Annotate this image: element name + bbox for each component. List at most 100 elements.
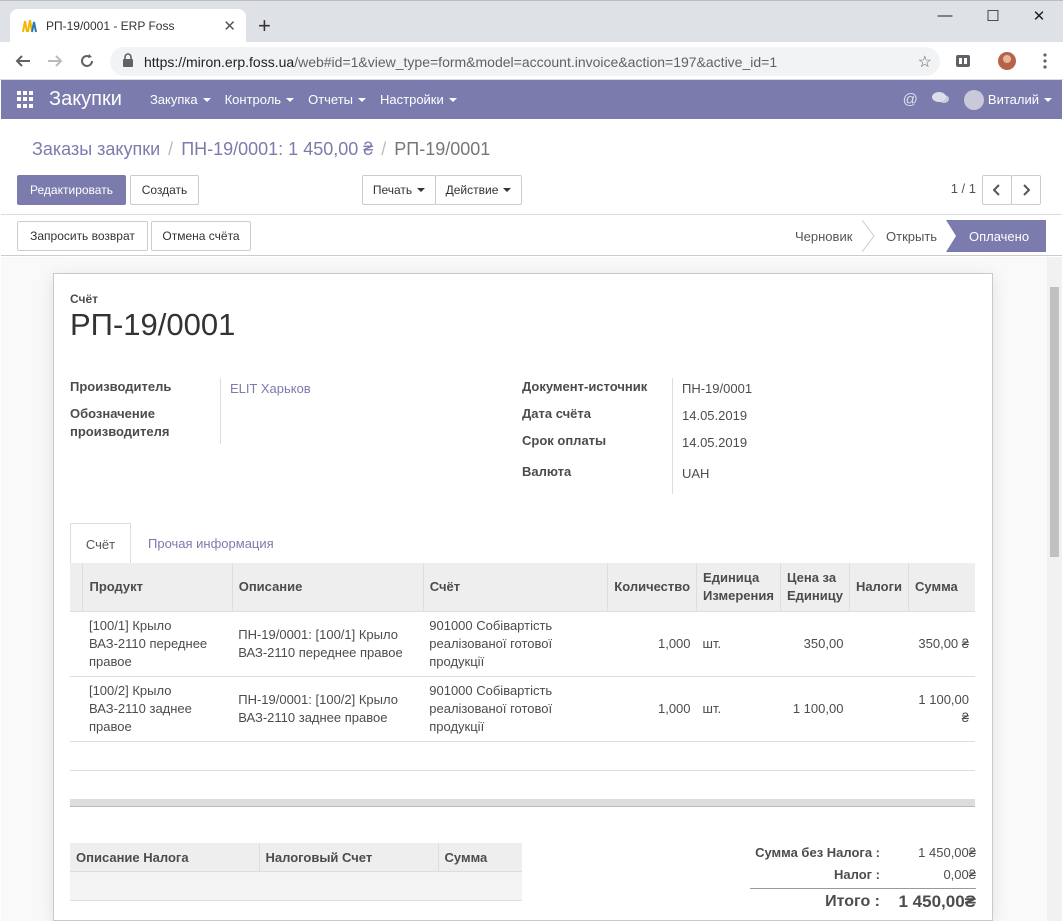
vendor-ref-label: Обозначение производителя xyxy=(70,406,170,439)
table-row[interactable]: [100/2] Крыло ВАЗ-2110 заднее правое ПН-… xyxy=(70,675,975,741)
maximize-icon[interactable]: ☐ xyxy=(978,7,1008,25)
cell-account: 901000 Собівартість реалізованої готової… xyxy=(423,675,608,741)
untaxed-label: Сумма без Налога : xyxy=(755,845,880,860)
breadcrumb-current: РП-19/0001 xyxy=(394,139,491,159)
cell-amount: 1 100,00 ₴ xyxy=(908,675,975,741)
cell-description: ПН-19/0001: [100/2] Крыло ВАЗ-2110 задне… xyxy=(232,675,424,741)
column-header[interactable]: Счёт xyxy=(422,563,608,611)
print-button[interactable]: Печать xyxy=(362,175,436,205)
currency-label: Валюта xyxy=(522,464,572,479)
pager-prev-button[interactable] xyxy=(982,175,1012,205)
caret-down-icon xyxy=(286,97,295,102)
scrollbar[interactable] xyxy=(1047,257,1062,921)
chat-icon[interactable] xyxy=(931,91,950,109)
apps-grid-icon[interactable] xyxy=(17,90,35,109)
request-refund-button[interactable]: Запросить возврат xyxy=(17,221,148,251)
forward-icon[interactable] xyxy=(44,50,66,72)
user-avatar[interactable] xyxy=(963,89,984,110)
untaxed-value: 1 450,00₴ xyxy=(918,845,976,860)
scrollbar-thumb[interactable] xyxy=(1050,287,1059,557)
profile-avatar-icon[interactable] xyxy=(996,50,1018,72)
browser-tab[interactable]: РП-19/0001 - ERP Foss ✕ xyxy=(10,9,246,43)
source-value: ПН-19/0001 xyxy=(682,381,753,396)
user-name: Виталий xyxy=(987,92,1039,107)
chevron-left-icon xyxy=(993,184,1000,196)
breadcrumb-separator: / xyxy=(168,139,174,159)
column-header[interactable]: Продукт xyxy=(82,563,233,611)
cell-price: 350,00 xyxy=(780,610,850,676)
field-divider xyxy=(672,378,673,494)
favicon-icon xyxy=(20,17,38,35)
reload-icon[interactable] xyxy=(76,50,98,72)
breadcrumb-link-orders[interactable]: Заказы закупки xyxy=(32,139,160,160)
chevron-right-icon xyxy=(1023,184,1030,196)
empty-row xyxy=(70,741,975,771)
column-header[interactable]: Цена за Единицу xyxy=(779,563,850,611)
cell-taxes xyxy=(849,675,909,741)
total-label: Итого : xyxy=(825,893,880,910)
menu-reports[interactable]: Отчеты xyxy=(308,92,367,107)
cell-uom: шт. xyxy=(696,610,781,676)
cancel-invoice-button[interactable]: Отмена счёта xyxy=(151,221,251,251)
tab-close-icon[interactable]: ✕ xyxy=(223,17,236,35)
user-menu[interactable]: Виталий xyxy=(988,92,1052,107)
column-header[interactable]: Налоги xyxy=(848,563,909,611)
column-header[interactable]: Единица Измерения xyxy=(696,563,781,611)
back-icon[interactable] xyxy=(12,50,34,72)
tax-empty-row xyxy=(70,871,522,901)
new-tab-button[interactable]: + xyxy=(258,13,271,39)
stage-paid[interactable]: Оплачено xyxy=(946,220,1046,252)
url-path: /web#id=1&view_type=form&model=account.i… xyxy=(294,53,778,70)
browser-menu-icon[interactable] xyxy=(1034,50,1056,72)
cell-price: 1 100,00 xyxy=(780,675,850,741)
vendor-link[interactable]: ELIT Харьков xyxy=(230,381,311,396)
menu-control[interactable]: Контроль xyxy=(225,92,295,107)
edit-button[interactable]: Редактировать xyxy=(17,175,126,205)
table-row[interactable]: [100/1] Крыло ВАЗ-2110 переднее правое П… xyxy=(70,610,975,676)
stage-arrow-icon xyxy=(861,220,875,252)
tab-invoice[interactable]: Счёт xyxy=(70,523,131,565)
menu-label: Отчеты xyxy=(308,92,354,107)
column-header[interactable]: Сумма xyxy=(437,843,522,871)
menu-settings[interactable]: Настройки xyxy=(380,92,457,107)
tab-other-info[interactable]: Прочая информация xyxy=(148,536,274,551)
caret-down-icon xyxy=(448,97,457,102)
cell-qty: 1,000 xyxy=(607,675,697,741)
handle-column xyxy=(70,563,83,611)
stage-draft[interactable]: Черновик xyxy=(795,220,852,252)
column-header[interactable]: Налоговый Счет xyxy=(258,843,438,871)
column-header[interactable]: Количество xyxy=(607,563,697,611)
action-button[interactable]: Действие xyxy=(435,175,522,205)
status-bar: Запросить возврат Отмена счёта Черновик … xyxy=(1,216,1062,256)
cell-amount: 350,00 ₴ xyxy=(908,610,975,676)
breadcrumb-separator: / xyxy=(381,139,387,159)
column-header[interactable]: Описание xyxy=(231,563,424,611)
totals-divider xyxy=(750,888,976,889)
minimize-icon[interactable]: — xyxy=(930,7,960,24)
create-button[interactable]: Создать xyxy=(130,175,199,205)
url-input[interactable]: https://miron.erp.foss.ua/web#id=1&view_… xyxy=(110,47,940,76)
cell-taxes xyxy=(849,610,909,676)
pager-next-button[interactable] xyxy=(1011,175,1041,205)
row-handle xyxy=(70,675,83,741)
tax-label: Налог : xyxy=(833,867,880,882)
column-header[interactable]: Описание Налога xyxy=(70,843,259,871)
stage-open[interactable]: Открыть xyxy=(886,220,937,252)
bookmark-star-icon[interactable]: ☆ xyxy=(918,52,932,72)
mention-icon[interactable]: @ xyxy=(903,91,918,108)
window-close-icon[interactable]: ✕ xyxy=(1024,7,1054,25)
tax-header-row: Описание Налога Налоговый Счет Сумма xyxy=(70,843,522,871)
extension-icon[interactable] xyxy=(952,50,974,72)
due-value: 14.05.2019 xyxy=(682,435,748,450)
date-value: 14.05.2019 xyxy=(682,408,748,423)
breadcrumb-link-po[interactable]: ПН-19/0001: 1 450,00 ₴ xyxy=(181,139,373,160)
print-label: Печать xyxy=(372,183,413,197)
url-host: https://miron.erp.foss.ua xyxy=(144,53,295,70)
cell-account: 901000 Собівартість реалізованої готової… xyxy=(423,610,608,676)
menu-purchase[interactable]: Закупка xyxy=(150,92,211,107)
cell-qty: 1,000 xyxy=(607,610,697,676)
column-header[interactable]: Сумма xyxy=(908,563,975,611)
doc-type-label: Счёт xyxy=(70,292,99,306)
pager-value: 1 / 1 xyxy=(950,181,976,196)
field-divider xyxy=(220,378,221,444)
